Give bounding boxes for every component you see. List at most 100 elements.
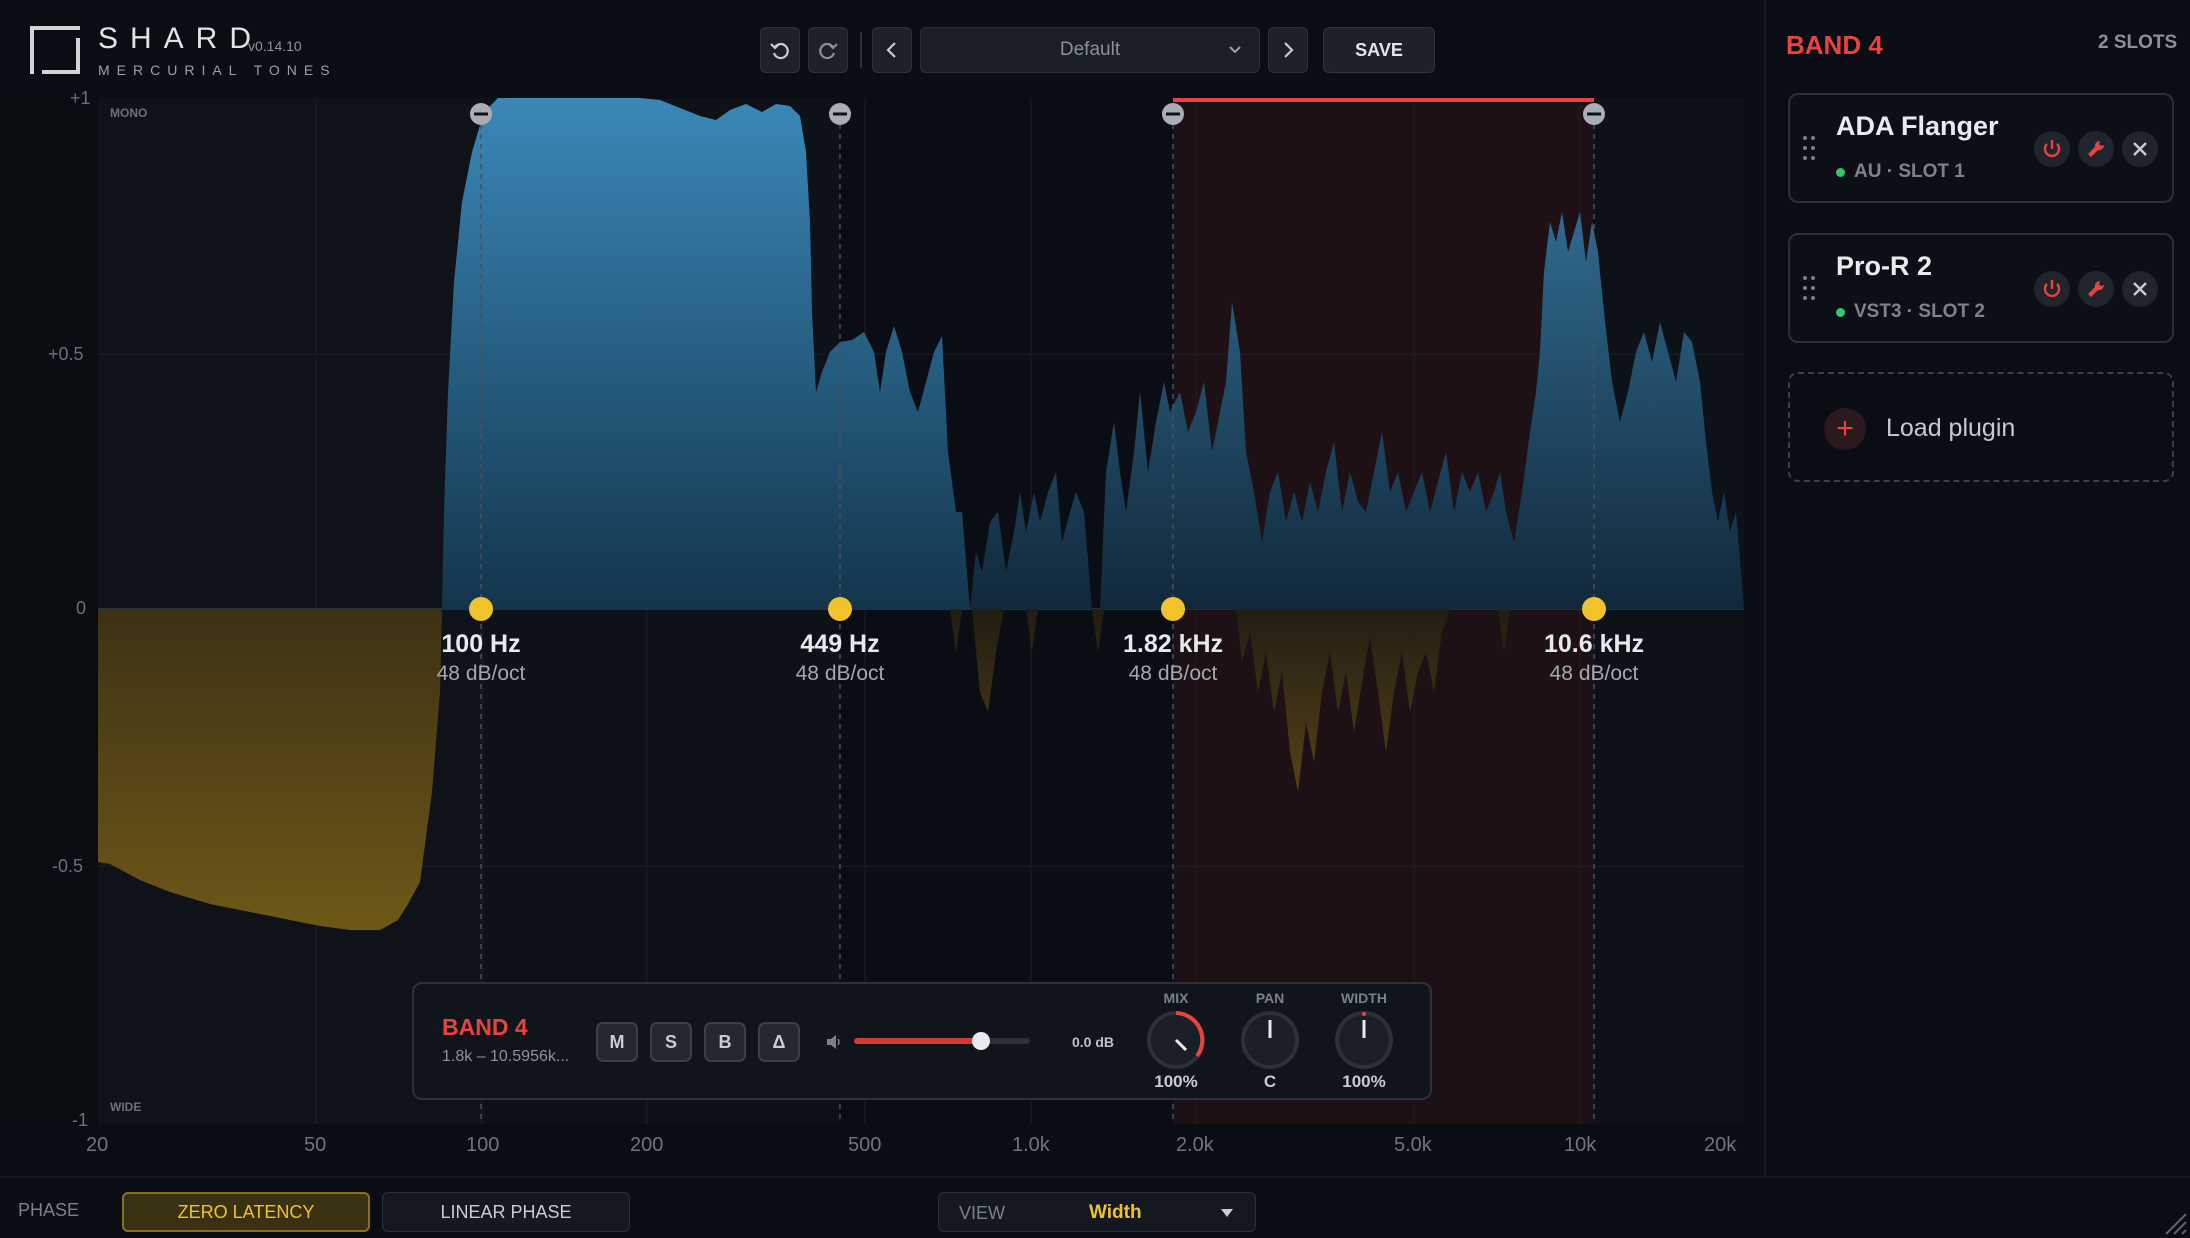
y-tick-label: -1	[72, 1110, 89, 1130]
width-knob-label: WIDTH	[1341, 990, 1387, 1006]
x-tick-label: 200	[630, 1134, 664, 1156]
plugin-settings-button[interactable]	[2078, 131, 2114, 167]
y-tick-label: 0	[76, 598, 87, 618]
save-button[interactable]: SAVE	[1323, 27, 1435, 73]
pan-knob[interactable]	[1240, 1010, 1300, 1070]
crossover-handle[interactable]	[469, 597, 493, 621]
gain-slider-thumb[interactable]	[971, 1032, 990, 1050]
remove-plugin-button[interactable]	[2122, 271, 2158, 307]
crossover-freq: 100 Hz	[441, 630, 521, 658]
close-icon	[2133, 142, 2147, 156]
crossover-freq: 449 Hz	[800, 630, 880, 658]
width-knob[interactable]	[1334, 1010, 1394, 1070]
plugin-meta: AU · SLOT 1	[1854, 161, 1965, 182]
drag-handle-icon[interactable]	[1802, 135, 1816, 161]
version-label: v0.14.10	[248, 38, 302, 54]
x-tick-label: 20k	[1704, 1134, 1737, 1156]
load-plugin-button[interactable]: + Load plugin	[1788, 372, 2174, 482]
band-control-panel: BAND 4 1.8k – 10.5956k... M S B Δ 0.0 dB…	[412, 982, 1432, 1100]
linear-phase-button[interactable]: LINEAR PHASE	[382, 1192, 630, 1232]
x-tick-label: 50	[304, 1134, 327, 1156]
plugin-name: Pro-R 2	[1836, 251, 1933, 281]
plus-icon: +	[1824, 408, 1866, 450]
crossover-handle[interactable]	[828, 597, 852, 621]
power-icon	[2043, 280, 2061, 298]
triangle-down-icon	[1221, 1209, 1233, 1217]
bypass-button[interactable]: B	[704, 1022, 746, 1062]
crossover-slope: 48 dB/oct	[1549, 662, 1639, 685]
preset-name: Default	[1059, 39, 1121, 60]
speaker-icon	[827, 1035, 840, 1049]
shard-logo-icon	[30, 26, 80, 74]
band-panel-range: 1.8k – 10.5956k...	[442, 1048, 570, 1065]
x-tick-label: 5.0k	[1394, 1134, 1432, 1156]
plugin-meta: VST3 · SLOT 2	[1854, 301, 1985, 322]
view-dropdown[interactable]: VIEW Width	[938, 1192, 1256, 1232]
y-tick-label: -0.5	[52, 856, 84, 876]
pan-knob-label: PAN	[1255, 990, 1285, 1006]
pan-knob-value: C	[1263, 1072, 1277, 1091]
next-preset-button[interactable]	[1268, 27, 1308, 73]
remove-plugin-button[interactable]	[2122, 131, 2158, 167]
undo-icon	[770, 42, 789, 60]
power-button[interactable]	[2034, 271, 2070, 307]
close-icon	[2133, 282, 2147, 296]
view-value: Width	[1089, 1202, 1142, 1223]
plugin-slot-card[interactable]: Pro-R 2 VST3 · SLOT 2	[1788, 233, 2174, 343]
mix-knob-label: MIX	[1163, 990, 1189, 1006]
redo-icon	[819, 42, 838, 60]
gain-slider[interactable]	[854, 1032, 1030, 1050]
sidebar-title: BAND 4	[1786, 30, 1883, 60]
power-button[interactable]	[2034, 131, 2070, 167]
x-tick-label: 100	[466, 1134, 500, 1156]
gain-slider-fill	[854, 1038, 981, 1044]
plugin-settings-button[interactable]	[2078, 271, 2114, 307]
band-panel-title: BAND 4	[442, 1014, 528, 1040]
x-tick-label: 20	[86, 1134, 109, 1156]
plugin-name: ADA Flanger	[1836, 111, 1999, 141]
width-knob-value: 100%	[1342, 1072, 1386, 1091]
crossover-slope: 48 dB/oct	[436, 662, 526, 685]
x-tick-label: 1.0k	[1012, 1134, 1050, 1156]
phase-label: PHASE	[18, 1200, 80, 1220]
slot-count: 2 SLOTS	[2098, 32, 2178, 53]
undo-button[interactable]	[760, 27, 800, 73]
mix-knob[interactable]	[1146, 1010, 1206, 1070]
delta-button[interactable]: Δ	[758, 1022, 800, 1062]
chevron-right-icon	[1284, 42, 1294, 58]
crossover-freq: 10.6 kHz	[1543, 630, 1645, 658]
wide-label: WIDE	[110, 1100, 142, 1114]
x-tick-label: 500	[848, 1134, 882, 1156]
view-label: VIEW	[959, 1203, 1006, 1223]
status-dot	[1836, 308, 1845, 317]
chevron-left-icon	[886, 42, 896, 58]
crossover-handle[interactable]	[1161, 597, 1185, 621]
load-plugin-label: Load plugin	[1886, 414, 2016, 442]
resize-grip-icon[interactable]	[2160, 1208, 2188, 1236]
previous-preset-button[interactable]	[872, 27, 912, 73]
x-tick-label: 10k	[1564, 1134, 1597, 1156]
x-tick-label: 2.0k	[1176, 1134, 1214, 1156]
wrench-icon	[2088, 280, 2105, 297]
drag-handle-icon[interactable]	[1802, 275, 1816, 301]
brand-name: SHARD	[98, 22, 264, 55]
brand-subtitle: MERCURIAL TONES	[98, 62, 337, 78]
y-tick-label: +1	[70, 88, 91, 108]
crossover-freq: 1.82 kHz	[1122, 630, 1224, 658]
mono-label: MONO	[110, 106, 148, 120]
status-dot	[1836, 168, 1845, 177]
mix-knob-value: 100%	[1154, 1072, 1198, 1091]
solo-button[interactable]: S	[650, 1022, 692, 1062]
crossover-slope: 48 dB/oct	[795, 662, 885, 685]
chevron-down-icon	[1229, 46, 1241, 54]
plugin-slot-card[interactable]: ADA Flanger AU · SLOT 1	[1788, 93, 2174, 203]
mute-button[interactable]: M	[596, 1022, 638, 1062]
sidebar-divider	[1764, 0, 1766, 1176]
redo-button[interactable]	[808, 27, 848, 73]
zero-latency-button[interactable]: ZERO LATENCY	[122, 1192, 370, 1232]
crossover-slope: 48 dB/oct	[1128, 662, 1218, 685]
y-tick-label: +0.5	[48, 344, 84, 364]
preset-dropdown[interactable]: Default	[920, 27, 1260, 73]
bottom-divider	[0, 1176, 2190, 1178]
crossover-handle[interactable]	[1582, 597, 1606, 621]
